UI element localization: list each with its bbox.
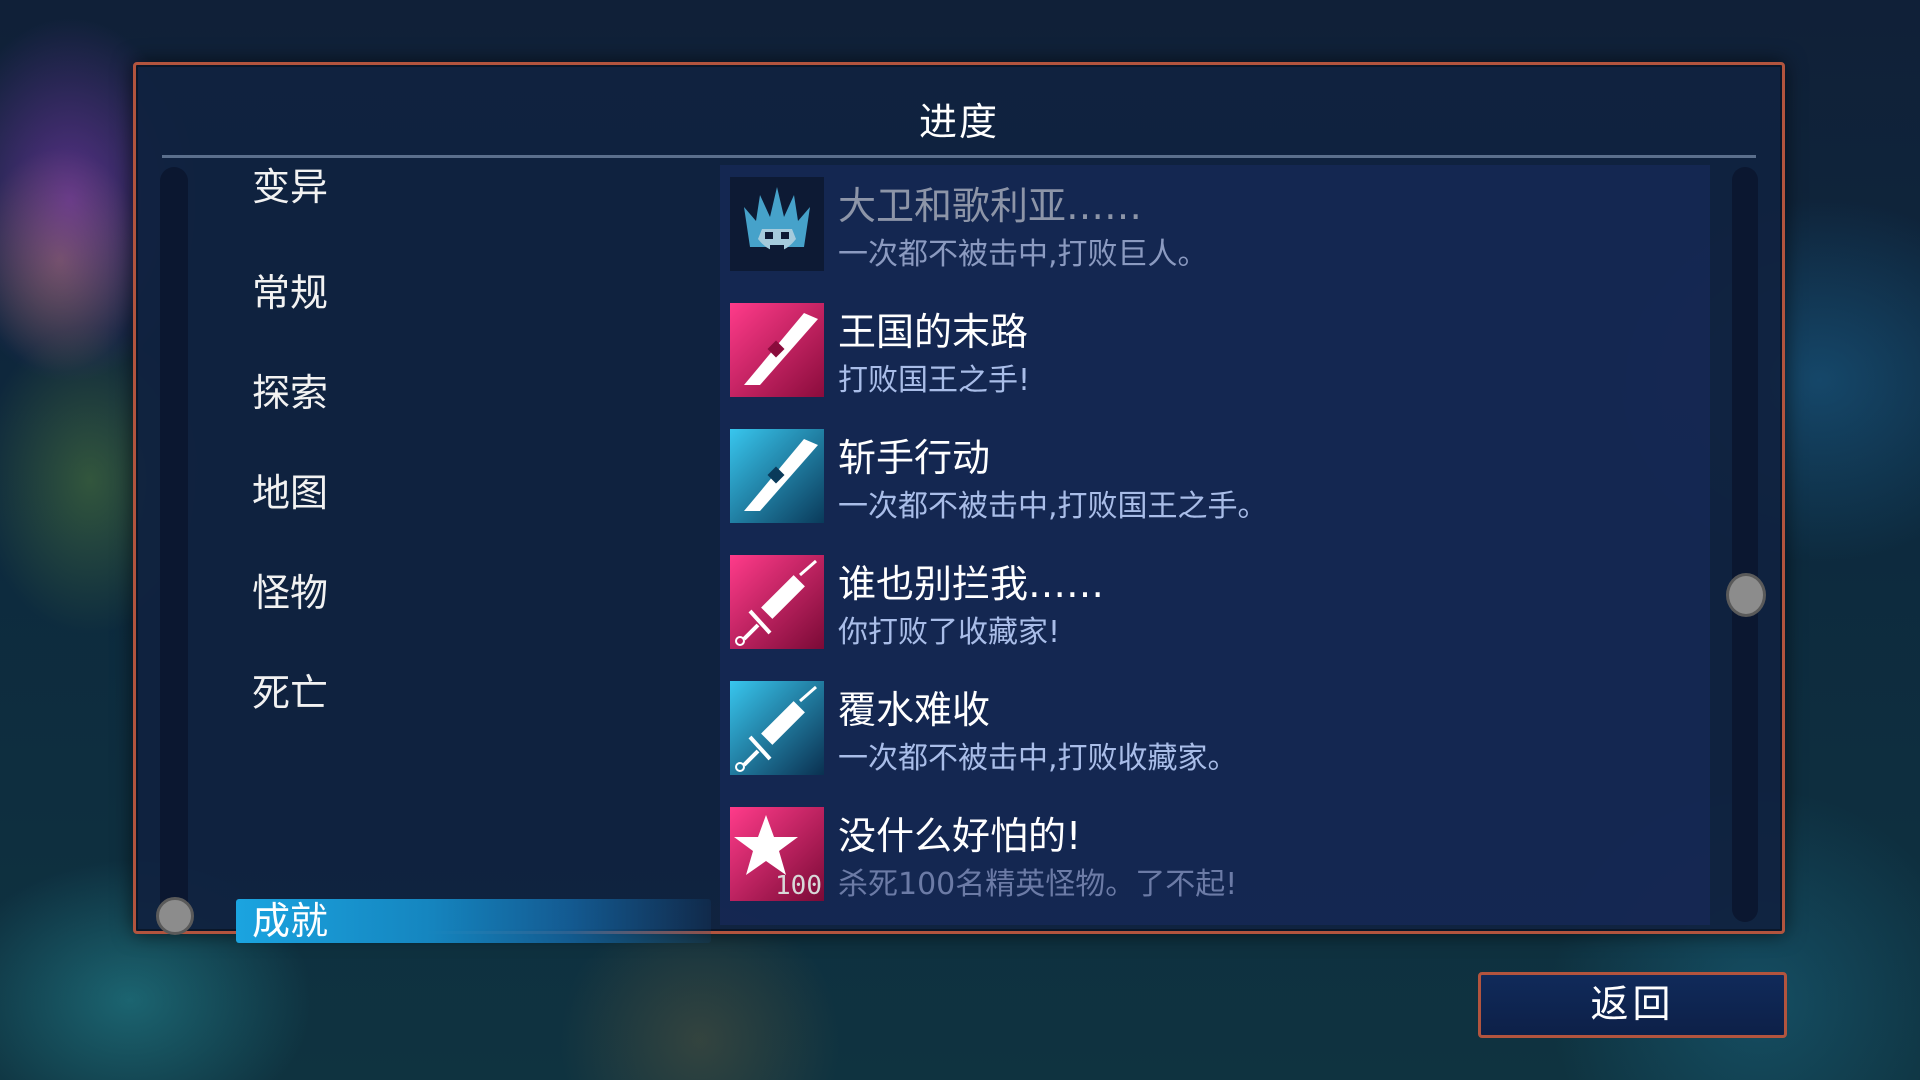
category-scroll-track[interactable]: [160, 167, 188, 927]
pink-blade-icon: [730, 303, 824, 397]
achievement-description: 一次都不被击中,打败收藏家。: [838, 741, 1238, 776]
achievement-description: 一次都不被击中,打败巨人。: [838, 237, 1208, 272]
category-mutations[interactable]: 变异: [236, 165, 711, 209]
category-monsters[interactable]: 怪物: [236, 571, 711, 615]
panel-title: 进度: [918, 100, 999, 144]
achievement-title: 没什么好怕的!: [838, 814, 1082, 858]
achievement-title: 王国的末路: [838, 310, 1029, 354]
blue-blade-icon: [730, 429, 824, 523]
achievement-row[interactable]: 覆水难收 一次都不被击中,打败收藏家。: [730, 677, 1710, 777]
title-divider: [162, 155, 1756, 158]
achievement-row[interactable]: 大卫和歌利亚…… 一次都不被击中,打败巨人。: [730, 173, 1710, 273]
category-list: 变异 常规 探索 地图 怪物 死亡 成就: [236, 165, 711, 943]
giant-skull-icon: [730, 177, 824, 271]
blue-syringe-icon: [730, 681, 824, 775]
achievement-title: 谁也别拦我……: [838, 562, 1105, 606]
pink-syringe-icon: [730, 555, 824, 649]
achievement-description: 杀死100名精英怪物。了不起!: [838, 867, 1238, 902]
progress-panel: 进度 变异 常规 探索 地图 怪物 死亡 成就 大卫和歌利亚…… 一次都不被击中…: [133, 62, 1785, 943]
achievement-list: 大卫和歌利亚…… 一次都不被击中,打败巨人。 王国的末路 打败国王之手! 斩手行…: [720, 165, 1710, 925]
kill-count-label: 100: [775, 871, 822, 901]
achievement-row[interactable]: 100 没什么好怕的! 杀死100名精英怪物。了不起!: [730, 803, 1710, 903]
achievement-row[interactable]: 王国的末路 打败国王之手!: [730, 299, 1710, 399]
category-map[interactable]: 地图: [236, 471, 711, 515]
category-scroll-knob[interactable]: [156, 897, 194, 935]
category-achievements[interactable]: 成就: [236, 899, 711, 943]
achievement-title: 大卫和歌利亚……: [838, 184, 1143, 228]
achievement-title: 斩手行动: [838, 436, 991, 480]
achievement-scroll-knob[interactable]: [1726, 573, 1766, 617]
pink-star-icon: 100: [730, 807, 824, 901]
achievement-description: 一次都不被击中,打败国王之手。: [838, 489, 1268, 524]
achievement-description: 打败国王之手!: [838, 363, 1031, 398]
achievement-row[interactable]: 谁也别拦我…… 你打败了收藏家!: [730, 551, 1710, 651]
back-button[interactable]: 返回: [1478, 972, 1787, 1038]
category-exploration[interactable]: 探索: [236, 371, 711, 415]
achievement-row[interactable]: 斩手行动 一次都不被击中,打败国王之手。: [730, 425, 1710, 525]
achievement-title: 覆水难收: [838, 688, 991, 732]
category-general[interactable]: 常规: [236, 271, 711, 315]
achievement-description: 你打败了收藏家!: [838, 615, 1061, 650]
category-deaths[interactable]: 死亡: [236, 671, 711, 715]
achievement-scroll-track[interactable]: [1732, 167, 1758, 922]
